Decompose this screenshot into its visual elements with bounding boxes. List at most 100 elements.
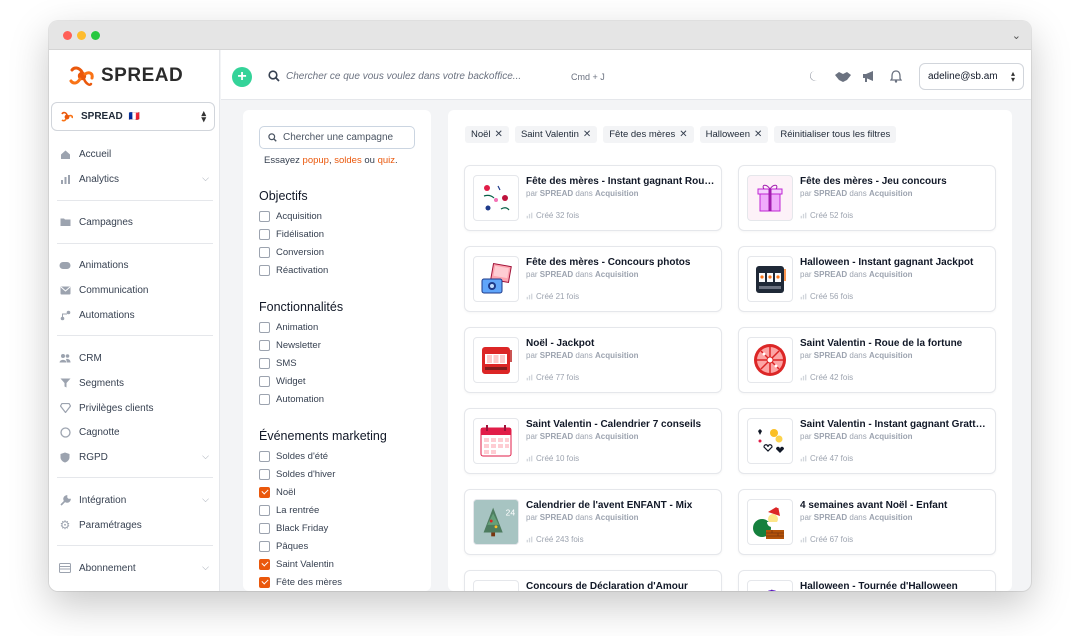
filter-chip[interactable]: Saint Valentin ✕	[514, 126, 598, 143]
sidebar-item-cagnotte[interactable]: Cagnotte	[59, 423, 209, 441]
checkbox[interactable]	[259, 540, 270, 552]
filter-option-paques[interactable]: Pâques	[259, 539, 308, 553]
checkbox[interactable]	[259, 210, 270, 222]
minimize-window-button[interactable]	[77, 31, 86, 40]
suggestion-soldes-link[interactable]: soldes	[334, 155, 361, 166]
campaign-usage: Créé 52 fois	[800, 211, 853, 220]
sidebar-item-rgpd[interactable]: RGPD ⌵	[59, 448, 209, 466]
user-menu[interactable]: adeline@sb.am ▴ ▾	[919, 63, 1024, 90]
sidebar-item-analytics[interactable]: Analytics ⌵	[59, 170, 209, 188]
campaign-card[interactable]: Saint Valentin - Roue de la fortune par …	[738, 327, 996, 393]
filter-option-label: Soldes d'été	[276, 450, 328, 462]
campaign-card[interactable]: Fête des mères - Instant gagnant Roulett…	[464, 165, 722, 231]
campaign-search-input[interactable]: Chercher une campagne	[259, 126, 415, 149]
filter-option-sms[interactable]: SMS	[259, 356, 297, 370]
checkbox-checked[interactable]	[259, 486, 270, 498]
checkbox[interactable]	[259, 393, 270, 405]
campaign-card[interactable]: 4 semaines avant Noël - Enfant par SPREA…	[738, 489, 996, 555]
chevron-down-icon[interactable]: ⌄	[1012, 29, 1021, 42]
checkbox[interactable]	[259, 522, 270, 534]
meta-by: par	[800, 270, 812, 279]
sidebar-item-integration[interactable]: Intégration ⌵	[59, 491, 209, 509]
filter-option-noel[interactable]: Noël	[259, 485, 296, 499]
campaign-card[interactable]: Halloween - Tournée d'Halloween par SPRE…	[738, 570, 996, 591]
checkbox[interactable]	[259, 468, 270, 480]
sidebar-item-accueil[interactable]: Accueil	[59, 145, 209, 163]
sidebar-item-label: Automations	[79, 309, 135, 321]
campaign-card[interactable]: Halloween - Instant gagnant Jackpot par …	[738, 246, 996, 312]
filter-option-soldes-ete[interactable]: Soldes d'été	[259, 449, 328, 463]
checkbox[interactable]	[259, 264, 270, 276]
sidebar-item-crm[interactable]: CRM	[59, 349, 209, 367]
sidebar-item-parametrages[interactable]: ⚙ Paramétrages	[59, 516, 209, 534]
campaign-meta: par SPREAD dans Acquisition	[800, 513, 913, 522]
campaign-card[interactable]: 24 Calendrier de l'avent ENFANT - Mix pa…	[464, 489, 722, 555]
close-window-button[interactable]	[63, 31, 72, 40]
campaign-card[interactable]: Saint Valentin - Instant gagnant Grattag…	[738, 408, 996, 474]
filter-group-title: Fonctionnalités	[259, 300, 344, 314]
checkbox[interactable]	[259, 339, 270, 351]
checkbox-checked[interactable]	[259, 576, 270, 588]
checkbox[interactable]	[259, 246, 270, 258]
moon-icon[interactable]	[806, 68, 822, 84]
filter-option-acquisition[interactable]: Acquisition	[259, 209, 322, 223]
filter-option-animation[interactable]: Animation	[259, 320, 318, 334]
filter-option-conversion[interactable]: Conversion	[259, 245, 324, 259]
sidebar-item-communication[interactable]: Communication	[59, 281, 209, 299]
reset-filters-button[interactable]: Réinitialiser tous les filtres	[774, 126, 897, 143]
sidebar-item-automations[interactable]: Automations	[59, 306, 209, 324]
handshake-icon[interactable]	[833, 68, 853, 84]
filter-option-soldes-hiver[interactable]: Soldes d'hiver	[259, 467, 335, 481]
filter-option-newsletter[interactable]: Newsletter	[259, 338, 321, 352]
campaign-card[interactable]: Concours de Déclaration d'Amour par SPRE…	[464, 570, 722, 591]
filter-chip[interactable]: Fête des mères ✕	[603, 126, 694, 143]
sidebar-item-abonnement[interactable]: Abonnement ⌵	[59, 559, 209, 577]
checkbox[interactable]	[259, 321, 270, 333]
maximize-window-button[interactable]	[91, 31, 100, 40]
sidebar-item-segments[interactable]: Segments	[59, 374, 209, 392]
filter-option-fete-des-meres[interactable]: Fête des mères	[259, 575, 342, 589]
sidebar-item-privileges[interactable]: Privilèges clients	[59, 399, 209, 417]
campaign-card[interactable]: Fête des mères - Concours photos par SPR…	[464, 246, 722, 312]
checkbox[interactable]	[259, 450, 270, 462]
account-name: SPREAD	[81, 111, 123, 122]
campaign-card[interactable]: Saint Valentin - Calendrier 7 conseils p…	[464, 408, 722, 474]
global-search-input[interactable]: Chercher ce que vous voulez dans votre b…	[286, 71, 521, 82]
sidebar-divider	[57, 335, 213, 336]
filter-option-label: Soldes d'hiver	[276, 468, 336, 480]
sidebar-item-label: Analytics	[79, 173, 120, 185]
filter-chip[interactable]: Halloween ✕	[699, 126, 769, 143]
sidebar-item-animations[interactable]: Animations	[59, 256, 209, 274]
checkbox-checked[interactable]	[259, 558, 270, 570]
brand-logo[interactable]: SPREAD	[69, 64, 183, 88]
suggestion-quiz-link[interactable]: quiz	[378, 155, 395, 166]
filter-option-saint-valentin[interactable]: Saint Valentin	[259, 557, 334, 571]
add-button[interactable]: +	[232, 67, 252, 87]
spread-logo-icon	[69, 66, 94, 86]
filter-option-automation[interactable]: Automation	[259, 392, 324, 406]
campaign-title: Calendrier de l'avent ENFANT - Mix	[526, 500, 693, 511]
filter-option-reactivation[interactable]: Réactivation	[259, 263, 328, 277]
filter-chip[interactable]: Noël ✕	[465, 126, 509, 143]
filter-option-rentree[interactable]: La rentrée	[259, 503, 319, 517]
checkbox[interactable]	[259, 228, 270, 240]
chart-icon	[800, 536, 807, 543]
filter-option-black-friday[interactable]: Black Friday	[259, 521, 328, 535]
suggestion-popup-link[interactable]: popup	[303, 155, 329, 166]
checkbox[interactable]	[259, 504, 270, 516]
megaphone-icon[interactable]	[861, 68, 877, 84]
bell-icon[interactable]	[888, 68, 904, 84]
close-icon[interactable]: ✕	[679, 129, 687, 140]
close-icon[interactable]: ✕	[495, 129, 503, 140]
campaign-card[interactable]: Fête des mères - Jeu concours par SPREAD…	[738, 165, 996, 231]
checkbox[interactable]	[259, 357, 270, 369]
filter-panel: Chercher une campagne Essayez popup, sol…	[243, 110, 431, 591]
checkbox[interactable]	[259, 375, 270, 387]
close-icon[interactable]: ✕	[754, 129, 762, 140]
account-selector[interactable]: SPREAD 🇫🇷 ▴ ▾	[51, 102, 215, 131]
filter-option-fidelisation[interactable]: Fidélisation	[259, 227, 324, 241]
sidebar-item-campagnes[interactable]: Campagnes	[59, 213, 209, 231]
filter-option-widget[interactable]: Widget	[259, 374, 306, 388]
campaign-card[interactable]: Noël - Jackpot par SPREAD dans Acquisiti…	[464, 327, 722, 393]
close-icon[interactable]: ✕	[583, 129, 591, 140]
